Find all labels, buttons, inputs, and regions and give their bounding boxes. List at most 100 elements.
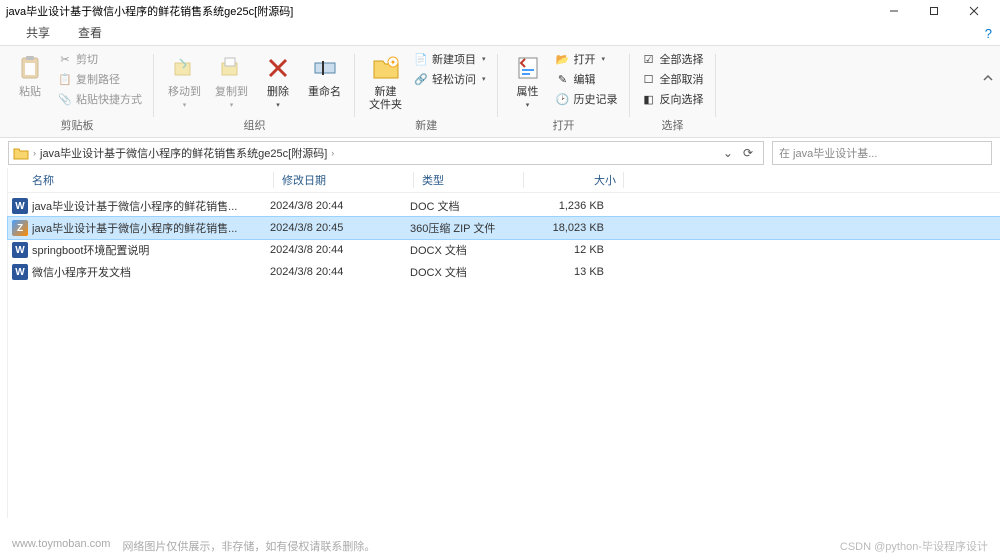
sidebar: [0, 168, 8, 518]
group-label: 选择: [662, 117, 684, 135]
invert-icon: ◧: [642, 92, 656, 106]
file-type: DOCX 文档: [402, 242, 512, 258]
new-folder-button[interactable]: ✦ 新建 文件夹: [365, 50, 406, 114]
chevron-right-icon[interactable]: ›: [33, 148, 36, 158]
file-type: DOCX 文档: [402, 264, 512, 280]
file-row[interactable]: Zjava毕业设计基于微信小程序的鲜花销售...2024/3/8 20:4536…: [8, 217, 1000, 239]
word-doc-icon: W: [12, 242, 28, 258]
column-type[interactable]: 类型: [414, 172, 524, 188]
tab-share[interactable]: 共享: [20, 20, 56, 45]
copy-to-icon: [216, 52, 248, 84]
properties-icon: [512, 52, 544, 84]
group-label: 打开: [553, 117, 575, 135]
refresh-icon[interactable]: ⟳: [737, 146, 759, 160]
paste-button[interactable]: 粘贴: [10, 50, 50, 101]
title-bar: java毕业设计基于微信小程序的鲜花销售系统ge25c[附源码]: [0, 0, 1000, 22]
history-button[interactable]: 🕑历史记录: [554, 90, 620, 108]
easy-access-icon: 🔗: [414, 72, 428, 86]
open-button[interactable]: 📂打开▾: [554, 50, 620, 68]
history-icon: 🕑: [556, 92, 570, 106]
ribbon: 粘贴 ✂剪切 📋复制路径 📎粘贴快捷方式 剪贴板 移动到▾ 复制到▾ 删除▾: [0, 46, 1000, 138]
maximize-button[interactable]: [914, 0, 954, 22]
tab-view[interactable]: 查看: [72, 20, 108, 45]
zip-archive-icon: Z: [12, 220, 28, 236]
dropdown-icon[interactable]: ⌄: [723, 146, 733, 160]
file-size: 13 KB: [512, 266, 612, 278]
window-title: java毕业设计基于微信小程序的鲜花销售系统ge25c[附源码]: [6, 3, 874, 19]
cut-button[interactable]: ✂剪切: [56, 50, 144, 68]
collapse-ribbon-icon[interactable]: [982, 72, 994, 84]
footer: www.toymoban.com 网络图片仅供展示，非存储，如有侵权请联系删除。…: [0, 538, 1000, 554]
file-name: java毕业设计基于微信小程序的鲜花销售...: [32, 198, 262, 214]
file-size: 12 KB: [512, 244, 612, 256]
select-all-icon: ☑: [642, 52, 656, 66]
delete-icon: [262, 52, 294, 84]
group-select: ☑全部选择 ☐全部取消 ◧反向选择 选择: [630, 46, 716, 137]
watermark-url: www.toymoban.com: [12, 538, 110, 554]
content-area: 名称 修改日期 类型 大小 Wjava毕业设计基于微信小程序的鲜花销售...20…: [0, 168, 1000, 518]
file-name: springboot环境配置说明: [32, 242, 262, 258]
address-bar: › java毕业设计基于微信小程序的鲜花销售系统ge25c[附源码] › ⌄ ⟳…: [0, 138, 1000, 168]
help-icon[interactable]: ?: [985, 26, 992, 41]
file-size: 1,236 KB: [512, 200, 612, 212]
edit-icon: ✎: [556, 72, 570, 86]
group-organize: 移动到▾ 复制到▾ 删除▾ 重命名 组织: [154, 46, 355, 137]
new-item-icon: 📄: [414, 52, 428, 66]
column-date[interactable]: 修改日期: [274, 172, 414, 188]
breadcrumb-box[interactable]: › java毕业设计基于微信小程序的鲜花销售系统ge25c[附源码] › ⌄ ⟳: [8, 141, 764, 165]
group-label: 剪贴板: [61, 117, 94, 135]
file-type: DOC 文档: [402, 198, 512, 214]
file-row[interactable]: Wjava毕业设计基于微信小程序的鲜花销售...2024/3/8 20:44DO…: [8, 195, 1000, 217]
group-new: ✦ 新建 文件夹 📄新建项目▾ 🔗轻松访问▾ 新建: [355, 46, 498, 137]
file-size: 18,023 KB: [512, 222, 612, 234]
credit: CSDN @python-毕设程序设计: [840, 538, 988, 554]
rename-button[interactable]: 重命名: [304, 50, 345, 101]
invert-selection-button[interactable]: ◧反向选择: [640, 90, 706, 108]
new-folder-icon: ✦: [370, 52, 402, 84]
ribbon-tabs: 共享 查看 ?: [0, 22, 1000, 46]
copy-path-button[interactable]: 📋复制路径: [56, 70, 144, 88]
edit-button[interactable]: ✎编辑: [554, 70, 620, 88]
watermark-note: 网络图片仅供展示，非存储，如有侵权请联系删除。: [122, 538, 375, 554]
path-icon: 📋: [58, 72, 72, 86]
new-item-button[interactable]: 📄新建项目▾: [412, 50, 488, 68]
delete-button[interactable]: 删除▾: [258, 50, 298, 111]
shortcut-icon: 📎: [58, 92, 72, 106]
group-open: 属性▾ 📂打开▾ ✎编辑 🕑历史记录 打开: [498, 46, 630, 137]
rename-icon: [309, 52, 341, 84]
column-size[interactable]: 大小: [524, 172, 624, 188]
file-name: 微信小程序开发文档: [32, 264, 262, 280]
word-doc-icon: W: [12, 264, 28, 280]
file-date: 2024/3/8 20:45: [262, 222, 402, 234]
easy-access-button[interactable]: 🔗轻松访问▾: [412, 70, 488, 88]
scissors-icon: ✂: [58, 52, 72, 66]
group-label: 新建: [415, 117, 437, 135]
properties-button[interactable]: 属性▾: [508, 50, 548, 111]
paste-shortcut-button[interactable]: 📎粘贴快捷方式: [56, 90, 144, 108]
open-icon: 📂: [556, 52, 570, 66]
close-button[interactable]: [954, 0, 994, 22]
file-row[interactable]: W微信小程序开发文档2024/3/8 20:44DOCX 文档13 KB: [8, 261, 1000, 283]
breadcrumb-item[interactable]: java毕业设计基于微信小程序的鲜花销售系统ge25c[附源码]: [40, 145, 327, 161]
file-type: 360压缩 ZIP 文件: [402, 220, 512, 236]
word-doc-icon: W: [12, 198, 28, 214]
column-name[interactable]: 名称: [24, 172, 274, 188]
group-label: 组织: [244, 117, 266, 135]
file-date: 2024/3/8 20:44: [262, 266, 402, 278]
select-none-button[interactable]: ☐全部取消: [640, 70, 706, 88]
window-controls: [874, 0, 994, 22]
search-input[interactable]: 在 java毕业设计基...: [772, 141, 992, 165]
copy-to-button[interactable]: 复制到▾: [211, 50, 252, 111]
paste-icon: [14, 52, 46, 84]
svg-text:✦: ✦: [389, 58, 396, 67]
move-to-button[interactable]: 移动到▾: [164, 50, 205, 111]
minimize-button[interactable]: [874, 0, 914, 22]
column-headers: 名称 修改日期 类型 大小: [8, 168, 1000, 193]
file-row[interactable]: Wspringboot环境配置说明2024/3/8 20:44DOCX 文档12…: [8, 239, 1000, 261]
chevron-right-icon[interactable]: ›: [331, 148, 334, 158]
select-none-icon: ☐: [642, 72, 656, 86]
file-date: 2024/3/8 20:44: [262, 200, 402, 212]
folder-icon: [13, 145, 29, 161]
file-rows: Wjava毕业设计基于微信小程序的鲜花销售...2024/3/8 20:44DO…: [8, 193, 1000, 283]
select-all-button[interactable]: ☑全部选择: [640, 50, 706, 68]
